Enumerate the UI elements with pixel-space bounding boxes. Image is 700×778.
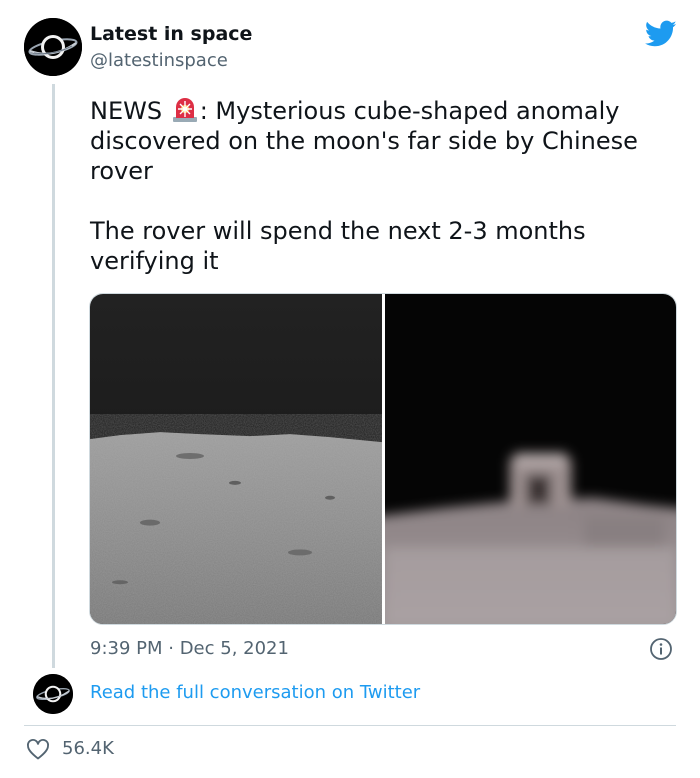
planet-logo-icon [33, 674, 73, 714]
tweet-timestamp[interactable]: 9:39 PM · Dec 5, 2021 [90, 638, 289, 659]
tweet-text: NEWS : Mysterious cube-shaped anomaly di… [90, 96, 680, 276]
lunar-horizon-image [90, 294, 382, 624]
lunar-horizon-photo[interactable] [90, 294, 382, 624]
twitter-bird-icon[interactable] [645, 20, 677, 48]
tweet-media[interactable] [89, 293, 677, 625]
avatar[interactable] [24, 18, 82, 76]
cube-anomaly-image [385, 294, 676, 624]
like-count[interactable]: 56.4K [62, 738, 114, 759]
tweet-text-body: : Mysterious cube-shaped anomaly discove… [90, 97, 638, 275]
reply-avatar[interactable] [33, 674, 73, 714]
info-icon[interactable] [649, 637, 673, 661]
read-conversation-link[interactable]: Read the full conversation on Twitter [90, 682, 420, 703]
zoomed-cube-anomaly-photo[interactable] [385, 294, 676, 624]
tweet-text-prefix: NEWS [90, 97, 170, 125]
thread-line [52, 84, 55, 668]
footer-divider [24, 725, 676, 726]
user-handle[interactable]: @latestinspace [90, 50, 228, 71]
display-name[interactable]: Latest in space [90, 23, 252, 45]
heart-icon[interactable] [26, 738, 50, 762]
rotating-light-icon [172, 98, 197, 122]
planet-logo-icon [24, 18, 82, 76]
